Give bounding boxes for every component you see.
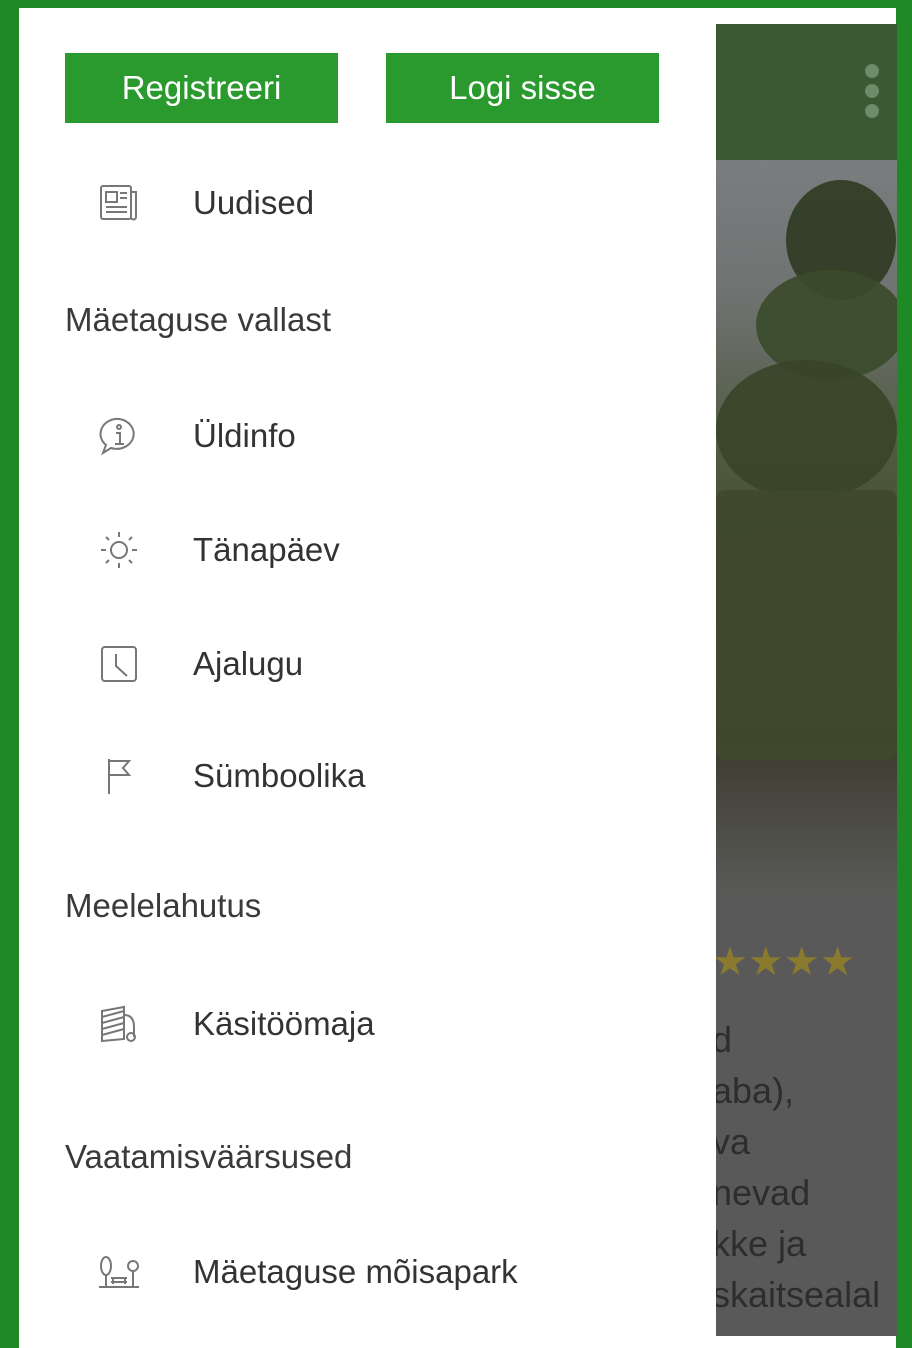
- app-card: ★★★★ d aba), va nevad kke ja skaitsealal: [716, 896, 897, 1336]
- menu-item-manor-park[interactable]: Mäetaguse mõisapark: [19, 1232, 716, 1312]
- login-button[interactable]: Logi sisse: [386, 53, 659, 123]
- app-photo: [716, 160, 897, 896]
- section-title-entertainment: Meelelahutus: [65, 887, 262, 924]
- park-icon: [97, 1250, 141, 1294]
- app-toolbar: [716, 24, 897, 160]
- flag-icon: [97, 754, 141, 798]
- sun-icon: [97, 528, 141, 572]
- rating-stars: ★★★★: [716, 939, 856, 985]
- menu-item-label: Üldinfo: [193, 417, 296, 454]
- menu-item-label: Uudised: [193, 184, 315, 221]
- description-text: d aba), va nevad kke ja skaitsealal: [716, 1019, 881, 1315]
- menu-item-label: Mäetaguse mõisapark: [193, 1253, 518, 1290]
- menu-item-general-info[interactable]: Üldinfo: [19, 396, 716, 476]
- frame-top: [0, 0, 912, 8]
- frame-left: [0, 0, 19, 1348]
- menu-item-handicraft-house[interactable]: Käsitöömaja: [19, 984, 716, 1064]
- menu-item-history[interactable]: Ajalugu: [19, 624, 716, 704]
- yarn-icon: [97, 1002, 141, 1046]
- background-app: ★★★★ d aba), va nevad kke ja skaitsealal: [716, 24, 897, 1336]
- menu-item-label: Käsitöömaja: [193, 1005, 375, 1042]
- section-title-about: Mäetaguse vallast: [65, 301, 331, 338]
- section-title-sights: Vaatamisväärsused: [65, 1138, 353, 1175]
- menu-item-label: Ajalugu: [193, 645, 304, 682]
- menu-item-news[interactable]: Uudised: [19, 163, 716, 243]
- register-button[interactable]: Registreeri: [65, 53, 338, 123]
- overflow-menu-icon[interactable]: [865, 64, 879, 118]
- menu-item-label: Sümboolika: [193, 757, 366, 794]
- menu-item-symbols[interactable]: Sümboolika: [19, 736, 716, 816]
- info-icon: [97, 414, 141, 458]
- clock-icon: [97, 642, 141, 686]
- frame-right: [896, 0, 912, 1348]
- menu-item-label: Tänapäev: [193, 531, 340, 568]
- navigation-drawer: Registreeri Logi sisse Uudised Mäetaguse…: [19, 8, 716, 1348]
- menu-item-today[interactable]: Tänapäev: [19, 510, 716, 590]
- newspaper-icon: [97, 181, 141, 225]
